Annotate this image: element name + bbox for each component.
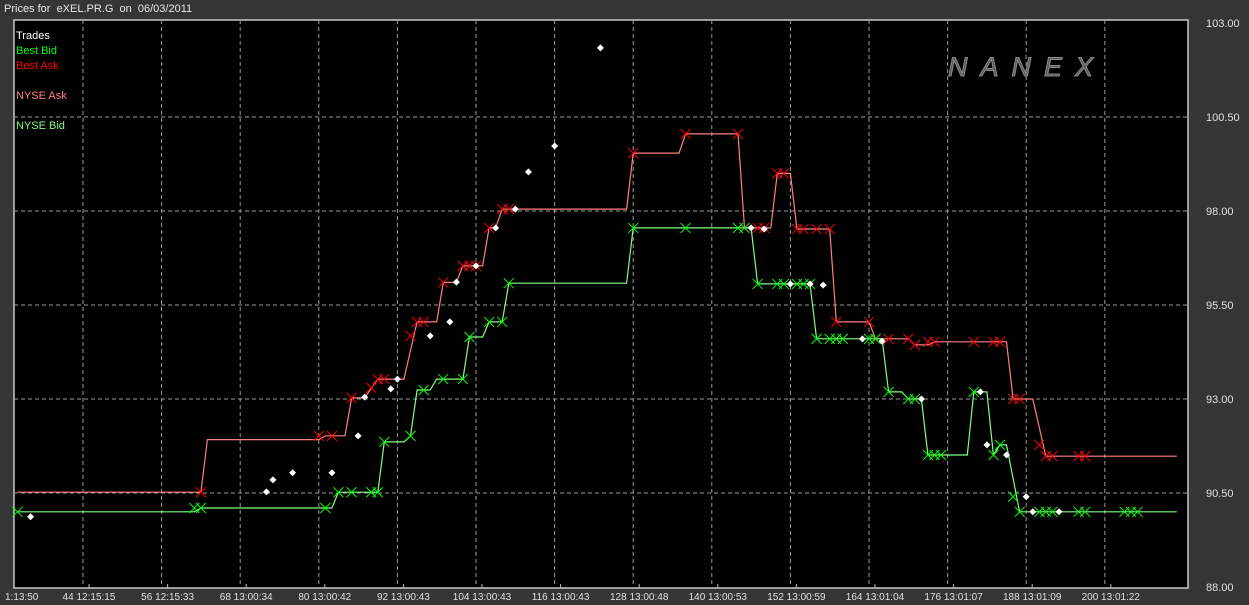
legend-best-ask: Best Ask — [16, 60, 59, 72]
x-tick-label: 56 12:15:33 — [141, 592, 194, 603]
chart-title: Prices for eXEL.PR.G on 06/03/2011 — [4, 3, 193, 15]
x-tick-label: 200 13:01:22 — [1082, 592, 1141, 603]
x-tick-label: 140 13:00:53 — [689, 592, 748, 603]
y-tick-label: 93.00 — [1206, 394, 1234, 406]
y-tick-label: 90.50 — [1206, 488, 1234, 500]
x-tick-label: 1:13:50 — [5, 592, 39, 603]
x-tick-label: 44 12:15:15 — [63, 592, 116, 603]
nanex-watermark: NANEX — [947, 52, 1107, 83]
x-tick-label: 176 13:01:07 — [924, 592, 983, 603]
y-tick-label: 98.00 — [1206, 206, 1234, 218]
legend-nyse-ask: NYSE Ask — [16, 90, 67, 102]
y-tick-label: 95.50 — [1206, 300, 1234, 312]
x-tick-label: 92 13:00:43 — [377, 592, 430, 603]
legend-nyse-bid: NYSE Bid — [16, 120, 65, 132]
x-tick-label: 116 13:00:43 — [532, 592, 590, 603]
plot-area — [13, 19, 1189, 589]
x-tick-label: 128 13:00:48 — [610, 592, 669, 603]
x-tick-label: 104 13:00:43 — [453, 592, 512, 603]
x-tick-label: 188 13:01:09 — [1003, 592, 1062, 603]
x-tick-label: 152 13:00:59 — [767, 592, 826, 603]
x-tick-label: 164 13:01:04 — [846, 592, 905, 603]
y-tick-label: 103.00 — [1206, 18, 1240, 30]
legend-trades: Trades — [16, 30, 50, 42]
x-tick-label: 80 13:00:42 — [298, 592, 351, 603]
legend-best-bid: Best Bid — [16, 45, 57, 57]
x-tick-label: 68 13:00:34 — [220, 592, 273, 603]
y-tick-label: 100.50 — [1206, 112, 1240, 124]
y-tick-label: 88.00 — [1206, 582, 1234, 594]
price-chart: 103.00 100.50 98.00 95.50 93.00 90.50 88.00 1:1… — [5, 18, 1240, 603]
